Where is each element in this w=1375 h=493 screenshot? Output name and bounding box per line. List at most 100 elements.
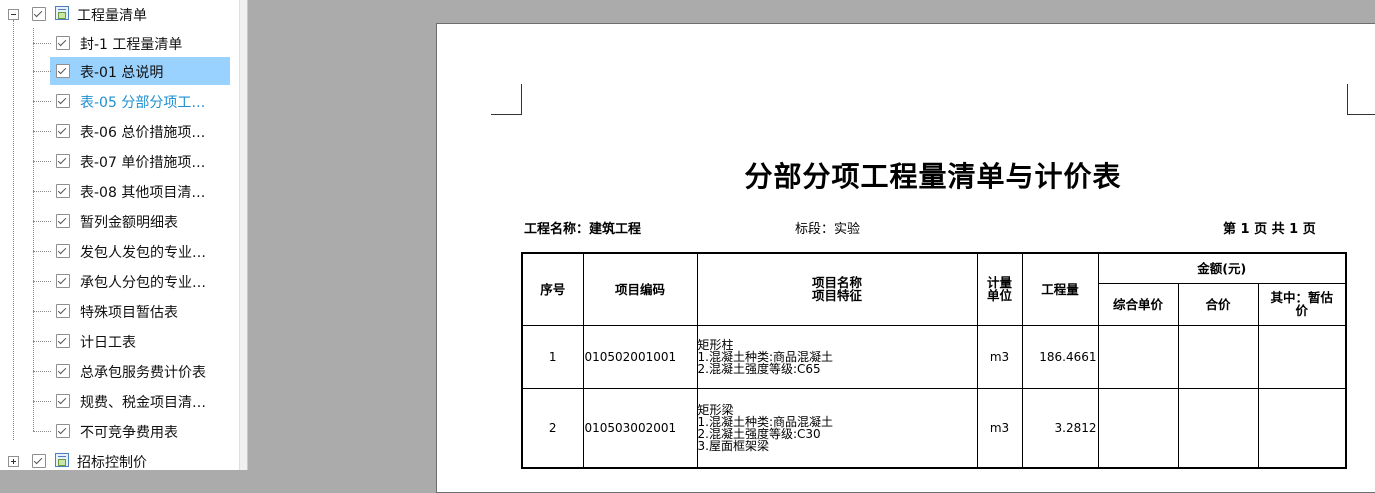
report-title-container: 分部分项工程量清单与计价表 [733,155,1133,195]
report-tree-panel: 工程量清单 封-1 工程量清单 表-01 总说明 表-05 分部分项工… 表-0… [0,0,248,470]
desc-line: 1.混凝土种类:商品混凝土 [697,349,833,364]
row-unit-price [1097,387,1179,469]
report-folder-icon [55,6,69,20]
tree-item-label: 表-08 其他项目清… [80,185,206,201]
tree-item-label: 封-1 工程量清单 [80,37,183,53]
bill-table: 序号 项目编码 项目名称 项目特征 计量 单位 工程量 金额(元) 综合单价 合… [521,252,1347,469]
checkbox-icon[interactable] [56,244,70,258]
row-provisional [1257,324,1347,389]
tree-item-fees-taxes[interactable]: 规费、税金项目清… [0,387,239,415]
tree-branch-line [33,161,51,162]
tree-branch-line [33,221,51,222]
row-seq: 1 [521,324,584,389]
row-quantity: 3.2812 [1021,387,1099,469]
tree-item-total-measures[interactable]: 表-06 总价措施项… [0,117,239,145]
report-preview-page: 分部分项工程量清单与计价表 工程名称：建筑工程 标段：实验 第 1 页 共 1 … [436,23,1375,493]
crop-mark-left [491,84,522,115]
header-name-line2: 项目特征 [811,288,862,304]
tree-item-contractor-subcontracted[interactable]: 承包人分包的专业… [0,267,239,295]
row-provisional [1257,387,1347,469]
row-unit: m3 [976,387,1023,469]
header-unit: 计量 单位 [976,252,1023,326]
tree-item-label: 规费、税金项目清… [80,395,206,411]
row-code: 010503002001 [582,387,698,469]
tree-branch-line [33,401,51,402]
row-code: 010502001001 [582,324,698,389]
tree-item-daywork[interactable]: 计日工表 [0,327,239,355]
row-seq: 2 [521,387,584,469]
header-total: 合价 [1177,282,1259,326]
desc-line: 矩形梁 [697,402,734,417]
expand-icon[interactable] [8,456,19,467]
tree-node-bill-of-quantities[interactable]: 工程量清单 [0,0,239,28]
tree-item-label: 承包人分包的专业… [80,275,206,291]
tree-branch-line [33,71,51,72]
tree-item-label: 表-01 总说明 [80,65,164,81]
header-code: 项目编码 [582,252,698,326]
row-unit: m3 [976,324,1023,389]
checkbox-icon[interactable] [56,364,70,378]
tree-branch-line [33,131,51,132]
tree-item-general-notes[interactable]: 表-01 总说明 [0,57,239,85]
checkbox-icon[interactable] [32,454,46,468]
project-name: 工程名称：建筑工程 [524,222,642,237]
tree-scrollbar[interactable] [239,0,247,470]
row-unit-price [1097,324,1179,389]
header-name: 项目名称 项目特征 [696,252,978,326]
tree-node-tender-control-price[interactable]: 招标控制价 [0,447,239,470]
checkbox-icon[interactable] [56,394,70,408]
report-folder-icon [55,453,69,467]
tree-node-label: 工程量清单 [77,8,147,24]
collapse-icon[interactable] [8,9,19,20]
crop-mark-right [1347,84,1375,115]
desc-line: 矩形柱 [697,337,734,352]
checkbox-icon[interactable] [56,334,70,348]
tree-item-sub-item-list[interactable]: 表-05 分部分项工… [0,87,239,115]
tree-item-label: 总承包服务费计价表 [80,365,206,381]
row-total [1177,324,1259,389]
tree-item-other-items[interactable]: 表-08 其他项目清… [0,177,239,205]
tree-branch-line [33,371,51,372]
tree-item-label: 特殊项目暂估表 [80,305,178,321]
tree-item-label: 不可竞争费用表 [80,425,178,441]
row-quantity: 186.4661 [1021,324,1099,389]
tree-item-label: 表-06 总价措施项… [80,125,206,141]
section-label: 标段：实验 [795,222,861,237]
tree-item-unit-measures[interactable]: 表-07 单价措施项… [0,147,239,175]
tree-branch-line [33,341,51,342]
tree-node-label: 招标控制价 [77,455,147,470]
checkbox-icon[interactable] [56,36,70,50]
tree-item-employer-contracted[interactable]: 发包人发包的专业… [0,237,239,265]
checkbox-icon[interactable] [32,7,46,21]
checkbox-icon[interactable] [56,424,70,438]
tree-branch-line [33,311,51,312]
checkbox-icon[interactable] [56,214,70,228]
checkbox-icon[interactable] [56,184,70,198]
page-info: 第 1 页 共 1 页 [1223,222,1316,237]
tree-item-special-estimate[interactable]: 特殊项目暂估表 [0,297,239,325]
table-header-row: 序号 项目编码 项目名称 项目特征 计量 单位 工程量 金额(元) [521,252,1347,326]
tree-item-label: 发包人发包的专业… [80,245,206,261]
checkbox-icon[interactable] [56,94,70,108]
header-quantity: 工程量 [1021,252,1099,326]
row-description: 矩形梁 1.混凝土种类:商品混凝土 2.混凝土强度等级:C30 3.屋面框架梁 [696,387,978,469]
checkbox-icon[interactable] [56,64,70,78]
checkbox-icon[interactable] [56,304,70,318]
header-provisional: 其中：暂估 价 [1257,282,1347,326]
tree-item-provisional-sum[interactable]: 暂列金额明细表 [0,207,239,235]
tree-item-non-competitive-fees[interactable]: 不可竞争费用表 [0,417,239,445]
tree-item-general-contract-fee[interactable]: 总承包服务费计价表 [0,357,239,385]
checkbox-icon[interactable] [56,124,70,138]
row-total [1177,387,1259,469]
tree-branch-line [33,43,51,44]
desc-line: 2.混凝土强度等级:C65 [697,361,821,376]
tree-item-label: 计日工表 [80,335,136,351]
tree-item-cover[interactable]: 封-1 工程量清单 [0,29,239,57]
tree-item-label: 表-07 单价措施项… [80,155,206,171]
tree-branch-line [33,251,51,252]
checkbox-icon[interactable] [56,154,70,168]
tree-guide-line [33,28,34,431]
tree-item-label: 表-05 分部分项工… [80,95,206,111]
checkbox-icon[interactable] [56,274,70,288]
tree-item-label: 暂列金额明细表 [80,215,178,231]
